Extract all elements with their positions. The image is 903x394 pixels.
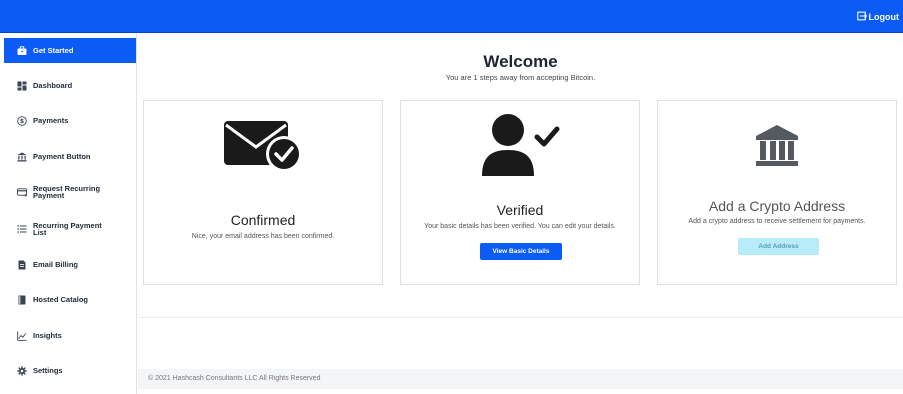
card-description: Nice, your email address has been confir… [191, 233, 335, 240]
logout-button[interactable]: Logout [856, 10, 900, 24]
bank-icon [658, 124, 896, 168]
page-subtitle: You are 1 steps away from accepting Bitc… [445, 73, 596, 82]
sidebar-item-hosted-catalog[interactable]: Hosted Catalog [4, 287, 136, 312]
logout-label: Logout [868, 12, 900, 22]
sidebar-item-label: Email Billing [33, 260, 79, 269]
sidebar-item-label: Hosted Catalog [33, 295, 89, 304]
sidebar-item-label: Payment Button [33, 152, 91, 161]
user-check-icon [401, 112, 639, 178]
sidebar-item-label: Get Started [33, 46, 74, 55]
document-icon [17, 260, 27, 270]
sidebar-item-email-billing[interactable]: Email Billing [4, 252, 136, 277]
sidebar-item-recurring-payment-list[interactable]: Recurring Payment List [4, 216, 136, 241]
svg-text:$: $ [20, 118, 24, 125]
card-add-crypto-address: Add a Crypto Address Add a crypto addres… [657, 100, 897, 285]
sidebar: Get Started Dashboard $ Payments Payment… [0, 33, 137, 394]
footer: © 2021 Hashcash Consultants LLC All Righ… [138, 369, 903, 389]
card-verified: Verified Your basic details has been ver… [400, 100, 640, 285]
sidebar-item-label: Dashboard [33, 81, 73, 90]
dollar-circle-icon: $ [17, 115, 27, 126]
page-title: Welcome [483, 52, 558, 71]
card-title: Confirmed [230, 212, 296, 228]
sidebar-item-label: Payments [33, 116, 69, 125]
top-navbar: Logout [0, 0, 903, 33]
divider [138, 317, 903, 318]
chart-icon [17, 331, 27, 341]
book-icon [17, 295, 27, 305]
copyright-text: © 2021 Hashcash Consultants LLC All Righ… [148, 375, 321, 382]
sidebar-item-label: Settings [33, 366, 63, 375]
card-icon [17, 187, 27, 197]
main-content: Welcome You are 1 steps away from accept… [138, 33, 903, 394]
card-description: Your basic details has been verified. Yo… [424, 223, 616, 230]
sidebar-item-payments[interactable]: $ Payments [4, 108, 136, 133]
briefcase-icon [17, 45, 27, 56]
email-check-icon [144, 119, 382, 173]
sidebar-item-label: Request Recurring Payment [33, 183, 101, 200]
logout-icon [856, 11, 867, 23]
card-title: Verified [496, 202, 544, 218]
dashboard-icon [17, 81, 27, 91]
card-title: Add a Crypto Address [708, 198, 846, 214]
sidebar-item-insights[interactable]: Insights [4, 323, 136, 348]
sidebar-item-dashboard[interactable]: Dashboard [4, 73, 136, 98]
bank-icon [17, 152, 27, 162]
view-basic-details-button[interactable]: View Basic Details [480, 243, 562, 260]
sidebar-item-label: Insights [33, 331, 62, 340]
sidebar-item-settings[interactable]: Settings [4, 358, 136, 383]
sidebar-item-request-recurring-payment[interactable]: Request Recurring Payment [4, 179, 136, 204]
card-confirmed: Confirmed Nice, your email address has b… [143, 100, 383, 285]
sidebar-item-label: Recurring Payment List [33, 220, 102, 237]
sidebar-item-get-started[interactable]: Get Started [4, 38, 136, 63]
card-description: Add a crypto address to receive settleme… [688, 218, 866, 225]
gear-icon [17, 365, 27, 376]
add-address-button[interactable]: Add Address [738, 238, 819, 255]
sidebar-item-payment-button[interactable]: Payment Button [4, 144, 136, 169]
list-icon [17, 224, 27, 234]
